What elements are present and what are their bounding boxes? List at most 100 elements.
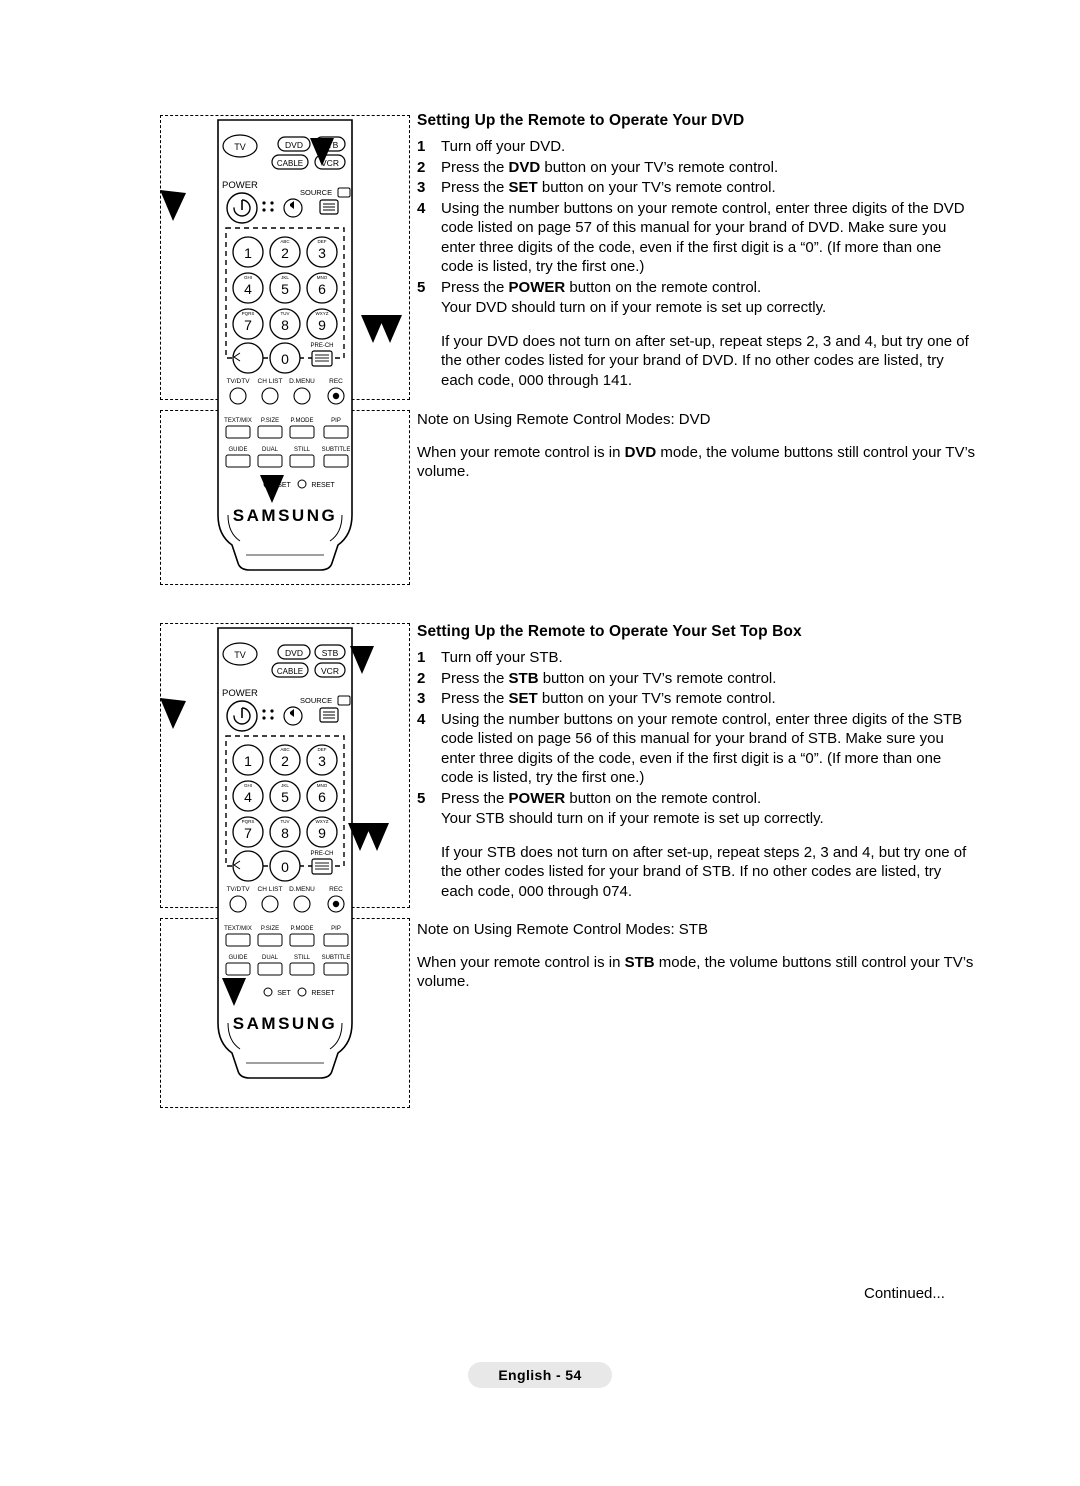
dvd-step-2-text-pre: Press the — [441, 158, 509, 176]
svg-text:GUIDE: GUIDE — [228, 955, 247, 961]
dvd-setup-text: Setting Up the Remote to Operate Your DV… — [417, 112, 977, 390]
svg-text:6: 6 — [318, 789, 326, 805]
stb-note-pre: When your remote control is in — [417, 953, 625, 971]
continued-note: Continued... — [864, 1285, 945, 1302]
svg-text:D.MENU: D.MENU — [289, 378, 315, 385]
svg-text:5: 5 — [281, 281, 289, 297]
dvd-result-line: Your DVD should turn on if your remote i… — [441, 299, 827, 316]
stb-step-3-number: 3 — [417, 690, 426, 707]
svg-text:DEF: DEF — [318, 239, 327, 244]
stb-step-5-text-pre: Press the — [441, 789, 509, 807]
svg-text:WXYZ: WXYZ — [316, 311, 329, 316]
svg-text:TUV: TUV — [281, 311, 290, 316]
svg-text:DVD: DVD — [285, 648, 303, 658]
dvd-step-3-number: 3 — [417, 179, 426, 196]
svg-text:SET: SET — [277, 482, 291, 489]
stb-step-1-number: 1 — [417, 649, 426, 666]
stb-step-2-number: 2 — [417, 669, 426, 687]
svg-text:TV: TV — [234, 142, 246, 152]
svg-text:MNO: MNO — [317, 275, 328, 280]
svg-text:PRE-CH: PRE-CH — [310, 851, 333, 857]
dvd-step-5-text-pre: Press the — [441, 278, 509, 296]
svg-text:D.MENU: D.MENU — [289, 886, 315, 893]
dvd-step-3-keyword: SET — [508, 179, 538, 196]
dvd-note-body: When your remote control is in DVD mode,… — [417, 443, 977, 482]
dvd-step-1-number: 1 — [417, 138, 426, 155]
svg-text:REC: REC — [329, 378, 343, 385]
svg-text:RESET: RESET — [311, 990, 335, 997]
svg-text:PIP: PIP — [331, 418, 341, 424]
dvd-step-4-text: Using the number buttons on your remote … — [441, 199, 965, 276]
svg-text:CH LIST: CH LIST — [258, 378, 283, 385]
dvd-note-keyword: DVD — [624, 443, 657, 461]
svg-text:TV/DTV: TV/DTV — [226, 378, 250, 385]
svg-text:9: 9 — [318, 317, 326, 333]
svg-text:CABLE: CABLE — [277, 159, 303, 168]
svg-text:4: 4 — [244, 281, 252, 297]
dvd-step-2-keyword: DVD — [508, 158, 541, 176]
stb-note-body: When your remote control is in STB mode,… — [417, 953, 977, 992]
svg-text:REC: REC — [329, 886, 343, 893]
dvd-remote-diagram: TV DVD STB CABLE VCR POWER SOURCE 1 2 AB… — [160, 115, 410, 585]
dvd-step-3: 3 Press the SET button on your TV’s remo… — [417, 178, 977, 198]
svg-text:9: 9 — [318, 825, 326, 841]
dvd-step-4-number: 4 — [417, 199, 426, 217]
svg-text:POWER: POWER — [222, 180, 258, 191]
svg-text:JKL: JKL — [281, 275, 289, 280]
svg-text:TV: TV — [234, 650, 246, 660]
svg-text:WXYZ: WXYZ — [316, 819, 329, 824]
dvd-step-2-text: Press the DVD button on your TV’s remote… — [441, 158, 977, 178]
svg-text:ABC: ABC — [280, 239, 290, 244]
stb-step-3-keyword: SET — [508, 690, 538, 707]
svg-text:8: 8 — [281, 317, 289, 333]
stb-step-1: 1 Turn off your STB. — [417, 648, 977, 668]
svg-text:STB: STB — [322, 648, 339, 658]
stb-step-4-number: 4 — [417, 710, 426, 728]
svg-text:RESET: RESET — [311, 482, 335, 489]
svg-text:TEXT/MIX: TEXT/MIX — [224, 418, 252, 424]
svg-text:6: 6 — [318, 281, 326, 297]
svg-text:2: 2 — [281, 753, 289, 769]
svg-text:5: 5 — [281, 789, 289, 805]
stb-step-5-text-post: button on the remote control. — [565, 789, 762, 807]
stb-step-5-number: 5 — [417, 789, 426, 807]
stb-step-3-text-post: button on your TV’s remote control. — [537, 690, 776, 707]
svg-text:STB: STB — [322, 140, 339, 150]
dvd-step-3-text-post: button on your TV’s remote control. — [537, 179, 776, 196]
dvd-note-pre: When your remote control is in — [417, 443, 625, 461]
dvd-step-5-keyword: POWER — [508, 278, 566, 296]
dvd-step-3-text: Press the SET button on your TV’s remote… — [441, 178, 977, 198]
svg-text:SOURCE: SOURCE — [300, 188, 332, 197]
svg-text:P.MODE: P.MODE — [291, 418, 314, 424]
stb-note-title: Note on Using Remote Control Modes: STB — [417, 921, 708, 938]
svg-text:GHI: GHI — [244, 275, 252, 280]
svg-text:DVD: DVD — [285, 140, 303, 150]
svg-text:SET: SET — [277, 990, 291, 997]
svg-text:P.SIZE: P.SIZE — [261, 926, 279, 932]
svg-text:PQRS: PQRS — [242, 311, 255, 316]
svg-text:ABC: ABC — [280, 747, 290, 752]
svg-text:GUIDE: GUIDE — [228, 447, 247, 453]
svg-text:4: 4 — [244, 789, 252, 805]
stb-remote-diagram: TV DVD STB CABLE VCR POWER SOURCE 1 2 AB… — [160, 623, 410, 1113]
dvd-step-1: 1 Turn off your DVD. — [417, 137, 977, 157]
svg-text:STILL: STILL — [294, 447, 311, 453]
stb-note-block: Note on Using Remote Control Modes: STB … — [417, 920, 977, 992]
svg-text:8: 8 — [281, 825, 289, 841]
stb-step-2-text: Press the STB button on your TV’s remote… — [441, 669, 977, 689]
svg-text:TV/DTV: TV/DTV — [226, 886, 250, 893]
stb-step-4-text: Using the number buttons on your remote … — [441, 710, 963, 787]
svg-text:P.SIZE: P.SIZE — [261, 418, 279, 424]
svg-text:TUV: TUV — [281, 819, 290, 824]
svg-text:1: 1 — [244, 245, 252, 261]
svg-text:VCR: VCR — [321, 158, 339, 168]
stb-step-5: 5 Press the POWER button on the remote c… — [417, 789, 977, 809]
stb-step-3: 3 Press the SET button on your TV’s remo… — [417, 689, 977, 709]
stb-step-1-text: Turn off your STB. — [441, 649, 563, 666]
stb-remote-illustration: TV DVD STB CABLE VCR POWER SOURCE 1 2ABC… — [217, 627, 353, 1079]
svg-text:SAMSUNG: SAMSUNG — [233, 506, 337, 525]
dvd-step-2-text-post: button on your TV’s remote control. — [540, 158, 779, 176]
page-number-badge: English - 54 — [468, 1362, 612, 1388]
svg-text:PIP: PIP — [331, 926, 341, 932]
stb-fallback-paragraph: If your STB does not turn on after set-u… — [441, 843, 967, 900]
